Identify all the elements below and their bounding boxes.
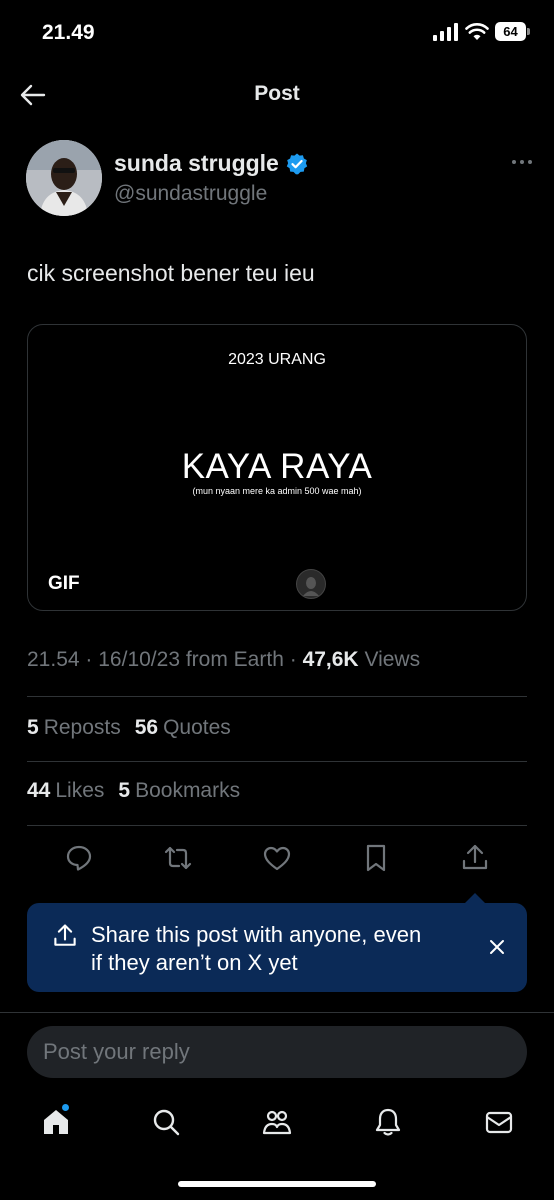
- likes-count: 44: [27, 779, 51, 802]
- reply-separator: [0, 1012, 554, 1013]
- repost-icon: [164, 846, 192, 870]
- views-label[interactable]: Views: [364, 648, 420, 671]
- gif-subtext: (mun nyaan mere ka admin 500 wae mah): [192, 486, 362, 496]
- gif-top-text: 2023 URANG: [228, 351, 326, 368]
- toast-share-icon-wrap: [51, 922, 79, 950]
- status-time: 21.49: [42, 21, 95, 44]
- battery-level: 64: [495, 22, 526, 41]
- user-handle[interactable]: @sundastruggle: [114, 182, 267, 206]
- stats-row-likes: 44 Likes 5 Bookmarks: [27, 779, 240, 803]
- home-notification-dot: [62, 1104, 69, 1111]
- nav-search[interactable]: [150, 1106, 182, 1138]
- avatar[interactable]: [26, 140, 102, 216]
- avatar-image: [26, 140, 102, 216]
- reply-input[interactable]: Post your reply: [27, 1026, 527, 1078]
- battery-indicator: 64: [495, 22, 530, 41]
- divider: [27, 696, 527, 697]
- gif-badge: GIF: [48, 573, 80, 594]
- signal-icon: [433, 22, 458, 41]
- reply-icon: [66, 845, 92, 871]
- verified-badge-icon: [286, 153, 308, 174]
- stats-row-reposts: 5 Reposts 56 Quotes: [27, 716, 231, 740]
- search-icon: [153, 1109, 180, 1136]
- share-tooltip[interactable]: Share this post with anyone, even if the…: [27, 903, 527, 992]
- nav-communities[interactable]: [261, 1106, 293, 1138]
- page-title: Post: [254, 82, 300, 105]
- share-icon: [54, 924, 76, 946]
- nav-notifications[interactable]: [372, 1106, 404, 1138]
- bookmark-button[interactable]: [360, 842, 392, 874]
- share-tooltip-text: Share this post with anyone, even if the…: [91, 921, 471, 977]
- status-bar: 21.49 64: [0, 0, 554, 66]
- close-icon: [490, 940, 504, 954]
- likes-label: Likes: [55, 779, 105, 802]
- post-header: Post: [0, 66, 554, 122]
- close-tooltip-button[interactable]: [487, 937, 507, 957]
- watermark-logo-image: [303, 577, 319, 596]
- reply-button[interactable]: [63, 842, 95, 874]
- like-button[interactable]: [261, 842, 293, 874]
- reposts-stat[interactable]: 5 Reposts: [27, 716, 121, 740]
- share-icon: [462, 844, 488, 870]
- bookmarks-stat[interactable]: 5 Bookmarks: [118, 779, 240, 803]
- share-button[interactable]: [459, 842, 491, 874]
- bookmarks-label: Bookmarks: [135, 779, 241, 802]
- post-text: cik screenshot bener teu ieu: [27, 260, 315, 286]
- battery-tip: [527, 28, 530, 35]
- watermark-logo: [296, 569, 326, 599]
- quotes-count: 56: [134, 716, 159, 739]
- reposts-label: Reposts: [43, 716, 121, 739]
- messages-icon: [485, 1111, 513, 1134]
- post-date: 16/10/23: [98, 648, 180, 671]
- post-author: sunda struggle @sundastruggle: [26, 140, 536, 220]
- post-time: 21.54: [27, 648, 80, 671]
- status-icons: 64: [433, 22, 530, 41]
- share-tooltip-line1: Share this post with anyone, even: [91, 922, 422, 947]
- more-icon: [512, 160, 532, 164]
- nav-messages[interactable]: [483, 1106, 515, 1138]
- communities-icon: [262, 1110, 292, 1135]
- quotes-label: Quotes: [163, 716, 231, 739]
- like-icon: [263, 846, 291, 871]
- nav-home[interactable]: [40, 1106, 72, 1138]
- reply-placeholder: Post your reply: [43, 1039, 190, 1064]
- notifications-icon: [375, 1108, 401, 1136]
- home-icon: [44, 1110, 68, 1134]
- more-options-button[interactable]: [508, 152, 536, 172]
- quotes-stat[interactable]: 56 Quotes: [135, 716, 231, 740]
- post-meta: 21.54 · 16/10/23 from Earth · 47,6K View…: [27, 648, 420, 672]
- display-name-row[interactable]: sunda struggle: [114, 150, 309, 177]
- share-tooltip-line2: if they aren’t on X yet: [91, 950, 298, 975]
- meta-separator: ·: [85, 648, 93, 671]
- bookmarks-count: 5: [118, 779, 131, 802]
- gif-media[interactable]: 2023 URANG KAYA RAYA (mun nyaan mere ka …: [27, 324, 527, 611]
- display-name[interactable]: sunda struggle: [114, 150, 279, 177]
- gif-headline: KAYA RAYA: [181, 447, 373, 486]
- home-indicator: [178, 1181, 376, 1187]
- reposts-count: 5: [27, 716, 39, 739]
- wifi-icon: [465, 22, 489, 40]
- divider: [27, 825, 527, 826]
- meta-separator: ·: [289, 648, 297, 671]
- divider: [27, 761, 527, 762]
- views-count[interactable]: 47,6K: [303, 648, 359, 671]
- repost-button[interactable]: [162, 842, 194, 874]
- likes-stat[interactable]: 44 Likes: [27, 779, 104, 803]
- bookmark-icon: [366, 844, 386, 872]
- post-source[interactable]: from Earth: [186, 648, 284, 671]
- post-actions: [0, 842, 554, 874]
